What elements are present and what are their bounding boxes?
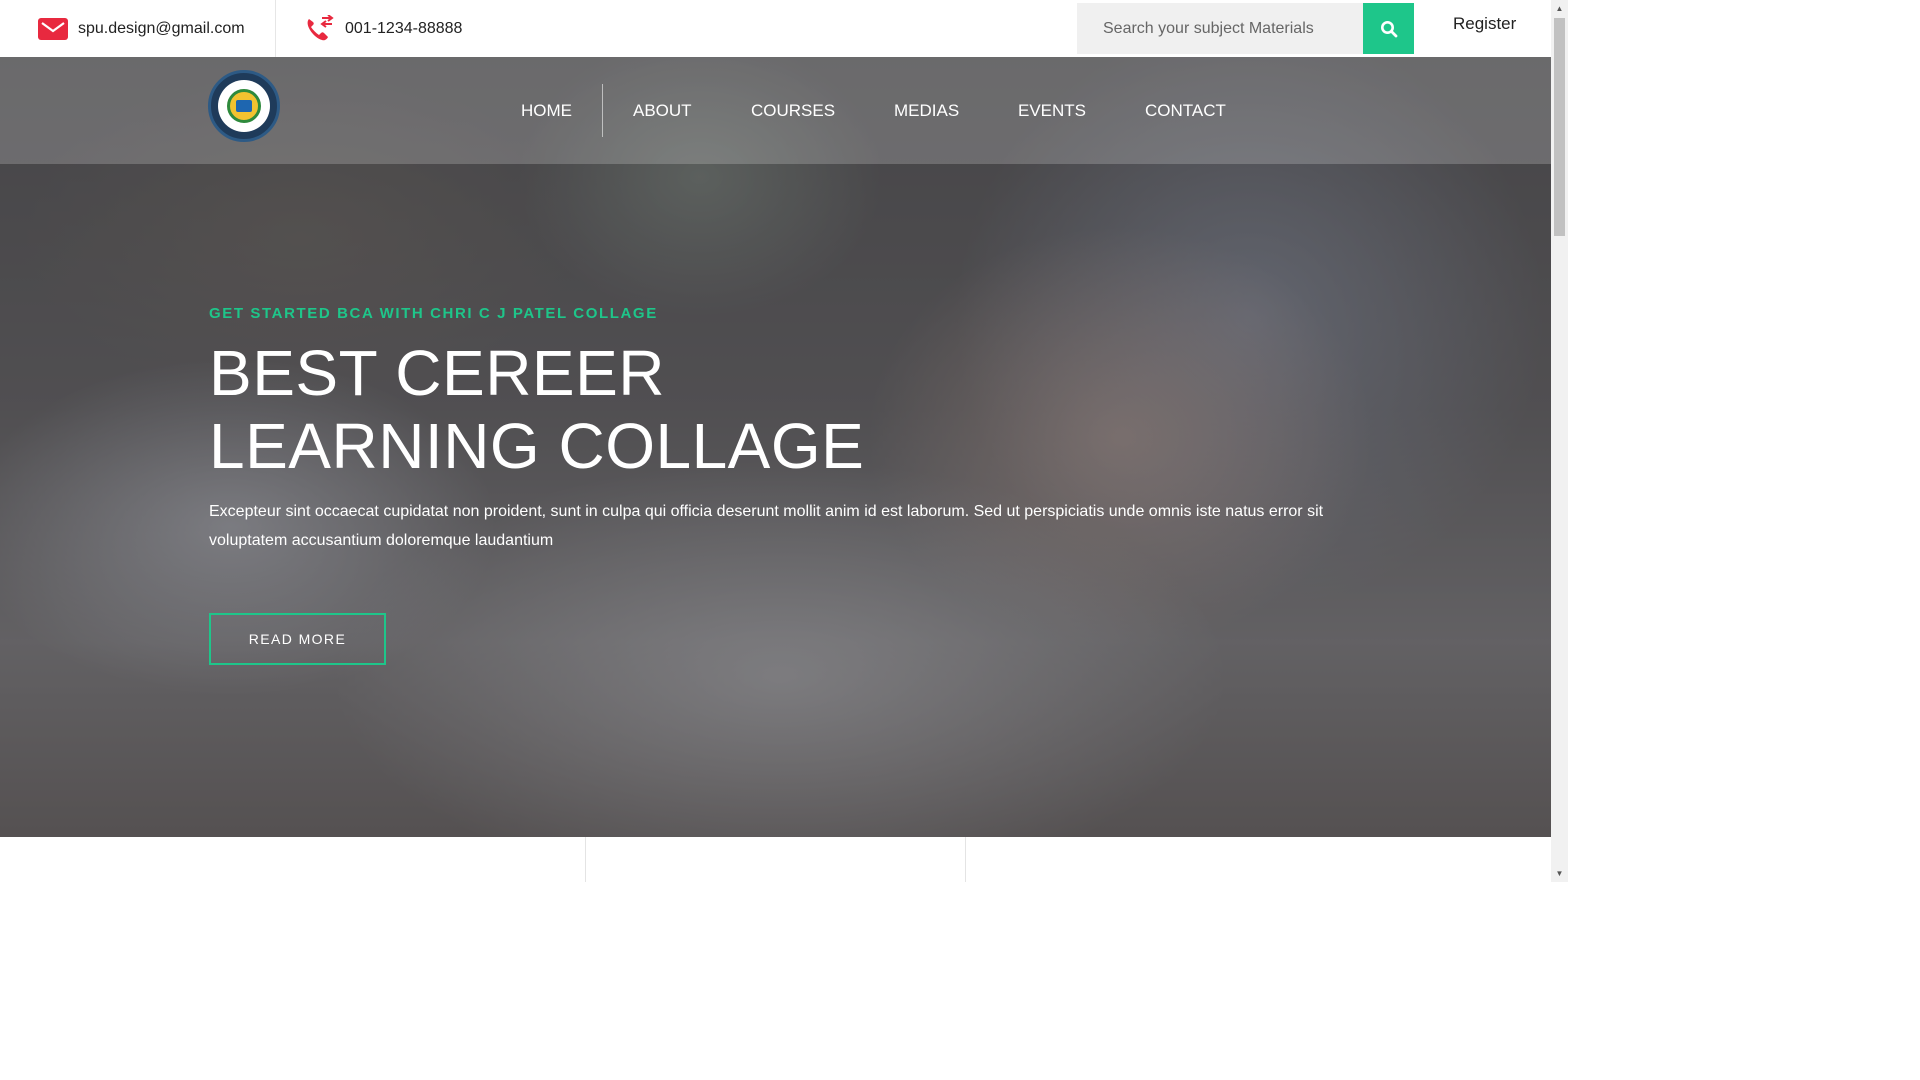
contact-phone[interactable]: 001-1234-88888 bbox=[305, 0, 462, 57]
search-button[interactable] bbox=[1363, 3, 1414, 54]
hero-description: Excepteur sint occaecat cupidatat non pr… bbox=[209, 503, 1324, 549]
hero-title-line-2: LEARNING COLLAGE bbox=[209, 410, 865, 482]
scrollbar-thumb[interactable] bbox=[1554, 18, 1565, 236]
logo-emblem bbox=[227, 89, 261, 123]
register-link[interactable]: Register bbox=[1453, 14, 1516, 34]
college-logo[interactable] bbox=[208, 70, 280, 142]
search-input[interactable] bbox=[1077, 3, 1363, 54]
nav-item-medias[interactable]: MEDIAS bbox=[894, 101, 959, 121]
email-text: spu.design@gmail.com bbox=[78, 19, 245, 37]
feature-column-divider bbox=[965, 837, 966, 882]
mail-icon bbox=[38, 17, 68, 40]
scroll-up-arrow[interactable]: ▲ bbox=[1551, 0, 1568, 17]
nav-separator bbox=[602, 84, 603, 137]
nav-item-home[interactable]: HOME bbox=[521, 101, 572, 121]
features-strip bbox=[0, 837, 1551, 882]
hero-kicker: GET STARTED BCA WITH CHRI C J PATEL COLL… bbox=[209, 305, 658, 322]
topbar-divider bbox=[275, 0, 276, 57]
nav-item-events[interactable]: EVENTS bbox=[1018, 101, 1086, 121]
nav-item-courses[interactable]: COURSES bbox=[751, 101, 835, 121]
phone-text: 001-1234-88888 bbox=[345, 19, 463, 37]
search-bar bbox=[1077, 3, 1414, 54]
scroll-down-arrow[interactable]: ▼ bbox=[1551, 865, 1568, 882]
contact-email[interactable]: spu.design@gmail.com bbox=[38, 0, 245, 57]
feature-column-divider bbox=[585, 837, 586, 882]
hero-title: BEST CEREER LEARNING COLLAGE bbox=[209, 337, 864, 483]
top-bar: spu.design@gmail.com 001-1234-88888 Regi… bbox=[0, 0, 1551, 57]
phone-icon bbox=[307, 14, 334, 40]
read-more-button[interactable]: READ MORE bbox=[209, 613, 386, 665]
logo-ring bbox=[218, 80, 270, 132]
search-icon bbox=[1380, 20, 1397, 37]
hero-title-line-1: BEST CEREER bbox=[209, 337, 665, 409]
nav-item-about[interactable]: ABOUT bbox=[633, 101, 692, 121]
nav-item-contact[interactable]: CONTACT bbox=[1145, 101, 1226, 121]
page-scrollbar[interactable]: ▲ ▼ bbox=[1551, 0, 1568, 882]
